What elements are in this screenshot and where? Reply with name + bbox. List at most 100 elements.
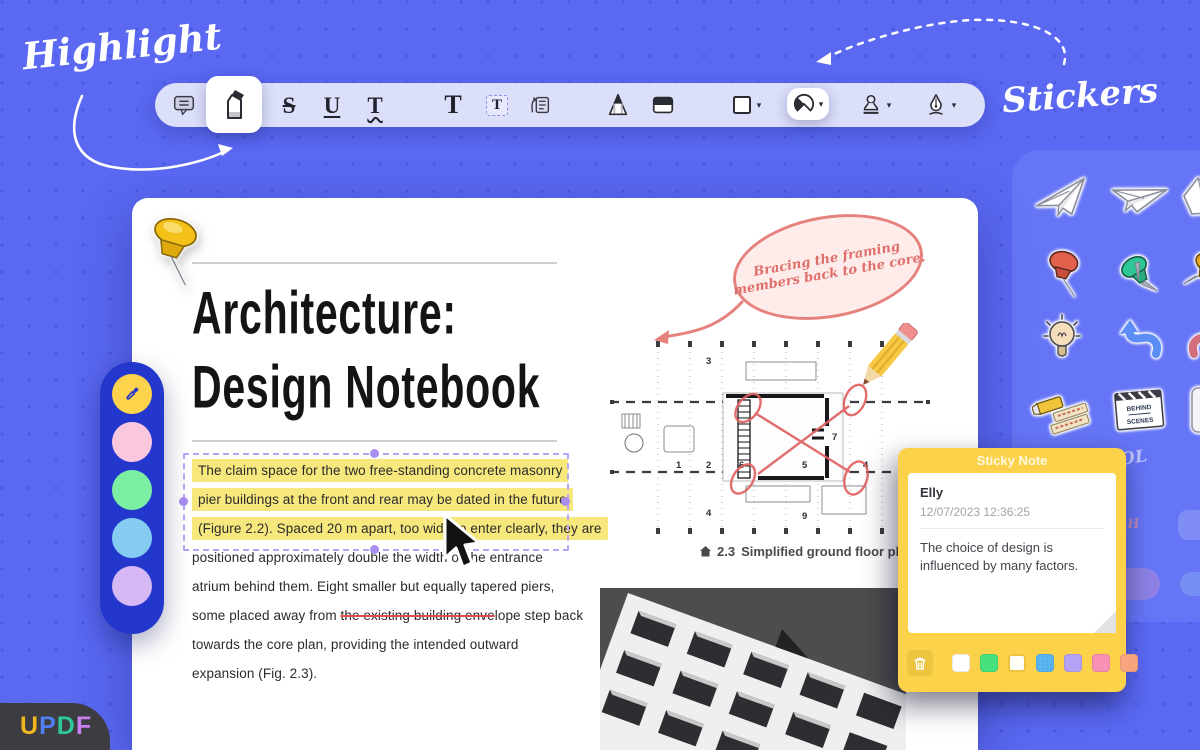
sticker-icon: [793, 93, 815, 115]
sticker-tool-selected[interactable]: ▾: [787, 88, 829, 120]
selection-handle-top[interactable]: [370, 449, 379, 458]
text-tool[interactable]: T: [436, 83, 470, 127]
pdf-document-page: Architecture: Design Notebook The claim …: [132, 198, 978, 750]
selection-handle-right[interactable]: [561, 497, 570, 506]
title-bottom-rule: [192, 440, 557, 442]
strikethrough-tool[interactable]: S: [272, 83, 306, 127]
push-pin-sticker[interactable]: [136, 210, 220, 296]
paragraph-line: atrium behind them. Eight smaller but eq…: [192, 572, 608, 601]
note-timestamp: 12/07/2023 12:36:25: [920, 505, 1104, 519]
stamp-tool[interactable]: ▾: [850, 83, 900, 127]
color-swatch-purple[interactable]: [112, 566, 152, 606]
eraser-icon: [650, 92, 676, 118]
annotation-selection-box: [183, 453, 569, 551]
highlight-label: Highlight: [20, 14, 223, 79]
logo-letter-f: F: [76, 712, 92, 741]
sticker-arrow-blue[interactable]: [1112, 318, 1164, 360]
speech-bubble-annotation[interactable]: Bracing the framing members back to the …: [725, 200, 932, 334]
sticker-highlighter-and-strips[interactable]: [1032, 382, 1094, 436]
logo-letter-d: D: [57, 712, 76, 741]
color-swatch-pink[interactable]: [112, 422, 152, 462]
sticker-push-pin-yellow[interactable]: [1184, 248, 1200, 300]
paragraph-line-with-strike: some placed away from the existing build…: [192, 601, 608, 630]
plan-grid-number: 9: [802, 511, 807, 522]
signature-tool[interactable]: ▾: [915, 83, 965, 127]
sticky-note-popup: Sticky Note Elly 12/07/2023 12:36:25 The…: [898, 448, 1126, 692]
updf-logo: U P D F: [0, 703, 110, 750]
sticker-paper-plane-2[interactable]: [1110, 178, 1170, 220]
pencil-icon: [605, 92, 631, 118]
sticky-note-sheet[interactable]: Elly 12/07/2023 12:36:25 The choice of d…: [908, 473, 1116, 633]
selection-handle-bottom[interactable]: [370, 545, 379, 554]
sticker-origami-crane[interactable]: [1180, 172, 1200, 222]
caption-number: 2.3: [717, 544, 735, 559]
squiggly-underline-icon: T: [367, 94, 382, 117]
highlighter-icon: [218, 88, 250, 122]
sticker-light-bulb[interactable]: [1040, 312, 1084, 364]
note-author: Elly: [920, 485, 1104, 500]
mouse-cursor: [437, 512, 485, 574]
body-paragraph: The claim space for the two free-standin…: [192, 456, 608, 688]
shapes-tool[interactable]: ▾: [722, 83, 770, 127]
sticker-tag[interactable]: [1188, 382, 1200, 438]
note-body-text[interactable]: The choice of design is influenced by ma…: [920, 539, 1112, 575]
callout-tool[interactable]: [522, 83, 558, 127]
stickers-label: Stickers: [1001, 71, 1160, 122]
text-before-strike: some placed away from: [192, 608, 341, 623]
signature-pen-icon: [924, 93, 948, 117]
figure-caption: 2.3 Simplified ground floor plan: [700, 544, 914, 559]
sticker-push-pin-red[interactable]: [1042, 248, 1092, 300]
highlighter-tool-selected[interactable]: [206, 76, 262, 133]
strikethrough-annotation[interactable]: the existing building enve: [341, 608, 495, 623]
color-swatch-green[interactable]: [112, 470, 152, 510]
note-color-row: [952, 654, 1138, 672]
sticky-note-header[interactable]: Sticky Note: [898, 448, 1126, 473]
note-color-salmon[interactable]: [1120, 654, 1138, 672]
sticker-paper-plane[interactable]: [1032, 175, 1092, 221]
note-color-purple[interactable]: [1064, 654, 1082, 672]
trash-icon: [913, 656, 927, 671]
logo-letter-u: U: [20, 712, 39, 741]
comment-tool[interactable]: [166, 83, 202, 127]
plan-grid-number: 2: [706, 460, 711, 471]
paragraph-line: towards the core plan, providing the int…: [192, 630, 608, 659]
eraser-tool[interactable]: [645, 83, 681, 127]
chevron-down-icon: ▾: [887, 100, 892, 111]
faded-sticker[interactable]: [1178, 510, 1200, 540]
chevron-down-icon: ▾: [757, 100, 762, 111]
sticker-arrow-pink[interactable]: [1188, 318, 1200, 360]
plan-grid-number: 3: [706, 356, 711, 367]
note-color-yellow-selected[interactable]: [1008, 654, 1026, 672]
plan-grid-number: 5: [802, 460, 808, 471]
note-color-blue[interactable]: [1036, 654, 1054, 672]
stamp-icon: [859, 93, 883, 117]
plan-grid-number: 1: [676, 460, 682, 471]
caption-text: Simplified ground floor plan: [741, 544, 914, 559]
color-swatch-blue[interactable]: [112, 518, 152, 558]
square-shape-icon: [731, 94, 753, 116]
underline-tool[interactable]: U: [315, 83, 349, 127]
comment-icon: [171, 92, 197, 118]
stickers-arrow: [828, 20, 1065, 64]
pencil-tool[interactable]: [600, 83, 636, 127]
note-color-pink[interactable]: [1092, 654, 1110, 672]
note-color-white[interactable]: [952, 654, 970, 672]
text-box-tool[interactable]: T: [479, 83, 515, 127]
plan-grid-number: 4: [706, 508, 712, 519]
eyedropper-color-button[interactable]: [112, 374, 152, 414]
sticker-push-pin-green[interactable]: [1115, 244, 1167, 298]
document-title: Architecture: Design Notebook: [192, 274, 676, 422]
plan-grid-number: 7: [832, 432, 837, 443]
note-color-green[interactable]: [980, 654, 998, 672]
sticker-behind-the-scenes-board[interactable]: BEHIND SCENES: [1112, 382, 1166, 434]
title-line-2: Design Notebook: [192, 348, 540, 426]
paragraph-line: expansion (Fig. 2.3).: [192, 659, 608, 688]
text-icon: T: [444, 92, 461, 118]
chevron-down-icon: ▾: [819, 99, 824, 110]
faded-sticker-2[interactable]: [1180, 572, 1200, 596]
selection-handle-left[interactable]: [179, 497, 188, 506]
delete-note-button[interactable]: [907, 650, 933, 676]
squiggly-underline-tool[interactable]: T: [358, 83, 392, 127]
callout-icon: [527, 92, 553, 118]
pencil-graphic: [844, 323, 920, 403]
